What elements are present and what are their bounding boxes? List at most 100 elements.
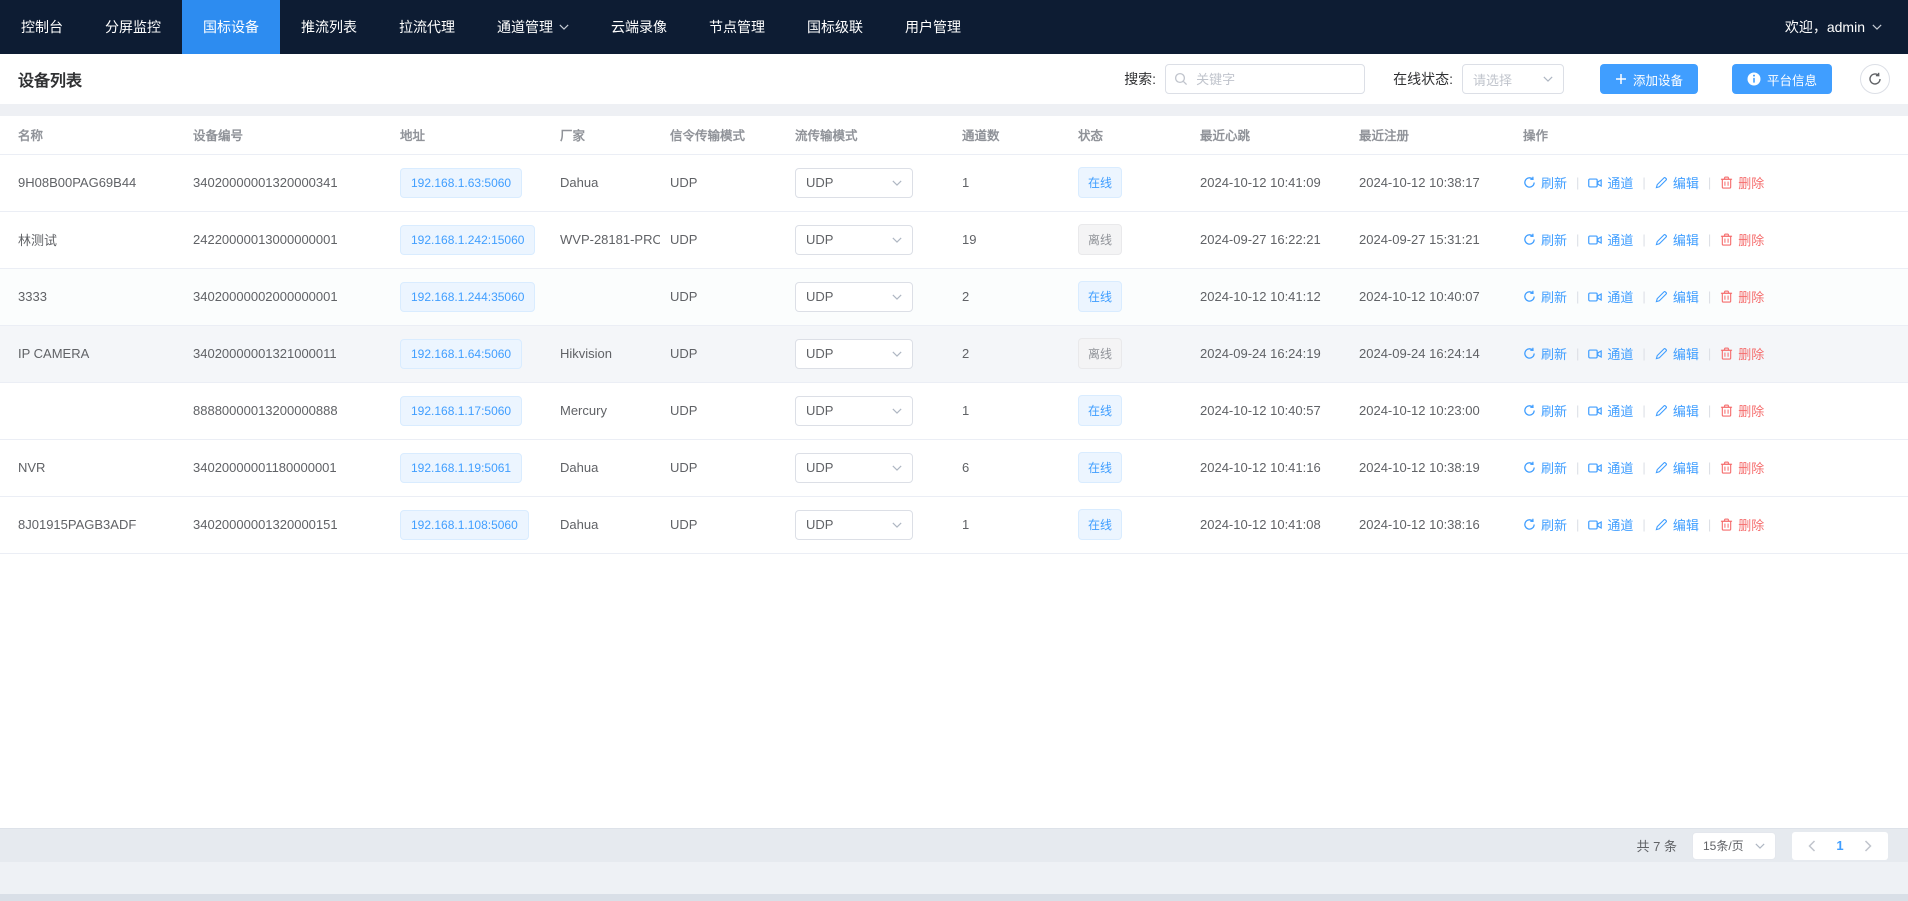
nav-item[interactable]: 拉流代理: [378, 0, 476, 54]
online-status-label: 在线状态:: [1393, 69, 1453, 89]
nav-item[interactable]: 用户管理: [884, 0, 982, 54]
nav-item[interactable]: 通道管理: [476, 0, 590, 54]
refresh-action[interactable]: 刷新: [1523, 401, 1567, 420]
cell-manufacturer: [550, 268, 660, 325]
edit-action[interactable]: 编辑: [1655, 287, 1699, 306]
table-row[interactable]: 3333 34020000002000000001 192.168.1.244:…: [0, 268, 1908, 325]
refresh-icon: [1523, 347, 1536, 360]
cell-channel-count: 6: [952, 439, 1068, 496]
cell-status: 离线: [1068, 211, 1190, 268]
cell-device-id: 34020000001320000341: [183, 154, 390, 211]
total-count: 共 7 条: [1637, 836, 1677, 855]
edit-icon: [1655, 176, 1668, 189]
refresh-action[interactable]: 刷新: [1523, 344, 1567, 363]
chevron-down-icon: [1872, 24, 1882, 30]
platform-info-button[interactable]: 平台信息: [1732, 64, 1832, 94]
refresh-icon: [1523, 461, 1536, 474]
cell-channel-count: 2: [952, 325, 1068, 382]
channels-action[interactable]: 通道: [1588, 401, 1633, 420]
cell-device-id: 34020000001180000001: [183, 439, 390, 496]
refresh-action[interactable]: 刷新: [1523, 515, 1567, 534]
online-status-select[interactable]: 请选择: [1462, 64, 1564, 94]
stream-mode-select[interactable]: UDP: [795, 339, 913, 369]
channels-action[interactable]: 通道: [1588, 173, 1633, 192]
refresh-list-button[interactable]: [1860, 64, 1890, 94]
delete-action[interactable]: 删除: [1720, 173, 1764, 192]
channels-action[interactable]: 通道: [1588, 458, 1633, 477]
col-name: 名称: [0, 116, 183, 154]
channels-action[interactable]: 通道: [1588, 344, 1633, 363]
stream-mode-select[interactable]: UDP: [795, 168, 913, 198]
cell-signal-mode: UDP: [660, 382, 785, 439]
user-menu[interactable]: 欢迎，admin: [1785, 0, 1908, 54]
table-row[interactable]: 9H08B00PAG69B44 34020000001320000341 192…: [0, 154, 1908, 211]
next-page-button[interactable]: [1854, 832, 1882, 860]
delete-action[interactable]: 删除: [1720, 344, 1764, 363]
nav-item[interactable]: 控制台: [0, 0, 84, 54]
channels-action[interactable]: 通道: [1588, 230, 1633, 249]
refresh-action[interactable]: 刷新: [1523, 230, 1567, 249]
plus-icon: [1615, 73, 1627, 85]
nav-item[interactable]: 国标级联: [786, 0, 884, 54]
cell-manufacturer: Dahua: [550, 439, 660, 496]
delete-action[interactable]: 删除: [1720, 230, 1764, 249]
cell-last-heartbeat: 2024-10-12 10:40:57: [1190, 382, 1349, 439]
table-row[interactable]: IP CAMERA 34020000001321000011 192.168.1…: [0, 325, 1908, 382]
cell-address: 192.168.1.17:5060: [390, 382, 550, 439]
nav-item[interactable]: 国标设备: [182, 0, 280, 54]
refresh-action[interactable]: 刷新: [1523, 173, 1567, 192]
delete-action[interactable]: 删除: [1720, 515, 1764, 534]
table-row[interactable]: 88880000013200000888 192.168.1.17:5060 M…: [0, 382, 1908, 439]
add-device-button[interactable]: 添加设备: [1600, 64, 1698, 94]
nav-item[interactable]: 云端录像: [590, 0, 688, 54]
delete-action[interactable]: 删除: [1720, 458, 1764, 477]
delete-action[interactable]: 删除: [1720, 401, 1764, 420]
nav-item[interactable]: 分屏监控: [84, 0, 182, 54]
col-status: 状态: [1068, 116, 1190, 154]
cell-name: NVR: [0, 439, 183, 496]
cell-name: 9H08B00PAG69B44: [0, 154, 183, 211]
table-row[interactable]: 林测试 24220000013000000001 192.168.1.242:1…: [0, 211, 1908, 268]
edit-action[interactable]: 编辑: [1655, 344, 1699, 363]
cell-signal-mode: UDP: [660, 268, 785, 325]
cell-channel-count: 19: [952, 211, 1068, 268]
cell-last-register: 2024-09-24 16:24:14: [1349, 325, 1513, 382]
edit-icon: [1655, 461, 1668, 474]
table-header-row: 名称 设备编号 地址 厂家 信令传输模式 流传输模式 通道数 状态 最近心跳 最…: [0, 116, 1908, 154]
edit-action[interactable]: 编辑: [1655, 458, 1699, 477]
search-input[interactable]: [1165, 64, 1365, 94]
footer-area: [0, 862, 1908, 894]
edit-action[interactable]: 编辑: [1655, 515, 1699, 534]
cell-channel-count: 1: [952, 382, 1068, 439]
page-number[interactable]: 1: [1826, 838, 1854, 853]
refresh-icon: [1523, 518, 1536, 531]
trash-icon: [1720, 404, 1733, 417]
edit-action[interactable]: 编辑: [1655, 401, 1699, 420]
stream-mode-select[interactable]: UDP: [795, 225, 913, 255]
stream-mode-select[interactable]: UDP: [795, 282, 913, 312]
cell-last-register: 2024-09-27 15:31:21: [1349, 211, 1513, 268]
cell-name: 3333: [0, 268, 183, 325]
cell-stream-mode: UDP: [785, 154, 952, 211]
table-row[interactable]: NVR 34020000001180000001 192.168.1.19:50…: [0, 439, 1908, 496]
address-tag: 192.168.1.244:35060: [400, 282, 535, 312]
table-row[interactable]: 8J01915PAGB3ADF 34020000001320000151 192…: [0, 496, 1908, 553]
channels-action[interactable]: 通道: [1588, 515, 1633, 534]
nav-item[interactable]: 节点管理: [688, 0, 786, 54]
delete-action[interactable]: 删除: [1720, 287, 1764, 306]
cell-last-heartbeat: 2024-09-24 16:24:19: [1190, 325, 1349, 382]
edit-action[interactable]: 编辑: [1655, 230, 1699, 249]
page-size-select[interactable]: 15条/页: [1692, 832, 1776, 860]
refresh-action[interactable]: 刷新: [1523, 287, 1567, 306]
edit-action[interactable]: 编辑: [1655, 173, 1699, 192]
stream-mode-select[interactable]: UDP: [795, 396, 913, 426]
prev-page-button[interactable]: [1798, 832, 1826, 860]
stream-mode-select[interactable]: UDP: [795, 453, 913, 483]
cell-operations: 刷新 | 通道 | 编辑 | 删除: [1513, 154, 1908, 211]
address-tag: 192.168.1.242:15060: [400, 225, 535, 255]
video-camera-icon: [1588, 462, 1602, 474]
nav-item[interactable]: 推流列表: [280, 0, 378, 54]
channels-action[interactable]: 通道: [1588, 287, 1633, 306]
stream-mode-select[interactable]: UDP: [795, 510, 913, 540]
refresh-action[interactable]: 刷新: [1523, 458, 1567, 477]
